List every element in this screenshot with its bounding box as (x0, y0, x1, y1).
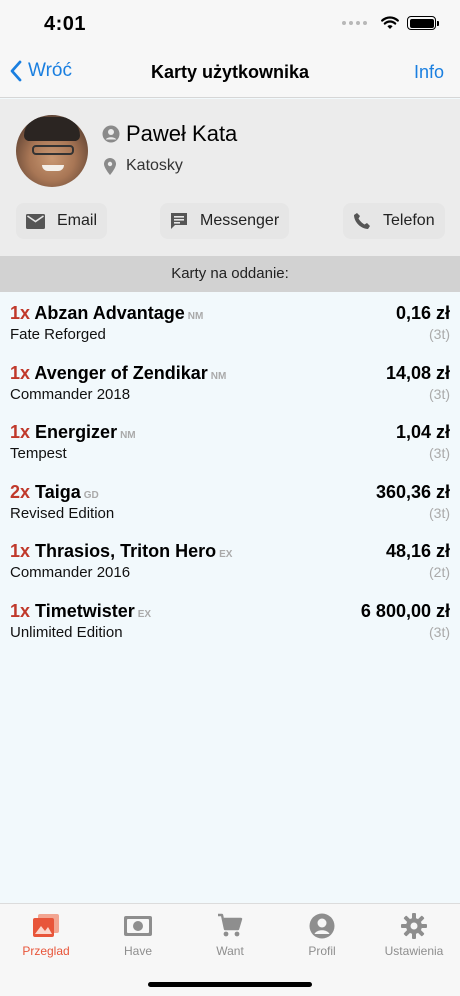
card-row[interactable]: 1x Energizer NM Tempest 1,04 zł (3t) (0, 411, 460, 471)
card-title: 1x Abzan Advantage NM (10, 303, 203, 324)
card-set: Revised Edition (10, 504, 115, 522)
card-quantity: 2x (10, 481, 31, 502)
card-set: Commander 2018 (10, 385, 131, 403)
email-button[interactable]: Email (16, 203, 108, 239)
name-row: Paweł Kata (102, 121, 237, 147)
profile-header: Paweł Kata Katosky Email Messenger Telef… (0, 99, 460, 256)
user-location: Katosky (126, 157, 183, 174)
card-row[interactable]: 1x Avenger of Zendikar NM Commander 2018 14… (0, 352, 460, 412)
mail-icon (26, 213, 45, 229)
tab-ustawienia-label: Ustawienia (384, 944, 444, 958)
tab-want-label: Want (216, 944, 244, 958)
message-icon (171, 213, 187, 229)
card-title: 1x Avenger of Zendikar NM (10, 363, 226, 384)
tab-profil[interactable]: Profil (276, 912, 368, 958)
email-label: Email (57, 212, 98, 229)
card-set: Unlimited Edition (10, 623, 123, 641)
contact-actions: Email Messenger Telefon (0, 203, 460, 239)
card-quantity: 1x (10, 600, 31, 621)
card-title: 1x Timetwister EX (10, 601, 151, 622)
cart-icon (218, 913, 243, 937)
status-time: 4:01 (44, 13, 87, 35)
card-price: 0,16 zł (395, 303, 450, 323)
tab-przeglad[interactable]: Przeglad (0, 912, 92, 958)
person-icon (309, 913, 335, 939)
tab-przeglad-label: Przeglad (22, 944, 70, 958)
tab-profil-label: Profil (308, 944, 336, 958)
card-condition: NM (120, 430, 136, 441)
card-price: 14,08 zł (385, 362, 450, 383)
avatar (16, 115, 88, 187)
tab-have[interactable]: Have (92, 912, 184, 958)
card-count: (3t) (429, 623, 450, 640)
card-count: (2t) (429, 564, 450, 580)
user-name: Paweł Kata (126, 121, 238, 146)
status-bar: 4:01 (0, 0, 460, 48)
card-list: 1x Abzan Advantage NM Fate Reforged 0,16 zł… (0, 292, 460, 649)
card-title: 2x Taiga GD (10, 482, 99, 503)
home-indicator (148, 982, 312, 987)
wifi-icon (381, 16, 399, 29)
card-condition: NM (210, 370, 227, 382)
card-count: (3t) (429, 445, 450, 461)
card-price: 48,16 zł (385, 541, 450, 561)
card-row[interactable]: 2x Taiga GD Revised Edition 360,36 zł (3t) (0, 471, 460, 531)
card-set: Commander 2016 (10, 564, 131, 581)
card-row[interactable]: 1x Timetwister EX Unlimited Edition 6 800,0… (0, 590, 460, 650)
gear-icon (401, 913, 427, 939)
tab-have-label: Have (123, 944, 152, 958)
card-condition: NM (187, 311, 204, 322)
phone-label: Telefon (383, 212, 435, 229)
card-name: Taiga (35, 481, 81, 502)
card-title: 1x Thrasios, Triton Hero EX (10, 541, 232, 562)
card-condition: GD (83, 489, 99, 501)
messenger-label: Messenger (200, 212, 280, 229)
info-button[interactable]: Info (414, 62, 444, 83)
card-quantity: 1x (10, 541, 31, 561)
navigation-bar: Wróć Karty użytkownika Info (0, 48, 460, 98)
card-name: Energizer (35, 422, 118, 442)
card-quantity: 1x (10, 362, 31, 383)
photos-icon (33, 914, 59, 937)
card-set: Tempest (10, 445, 67, 462)
page-title: Karty użytkownika (150, 62, 310, 82)
card-name: Thrasios, Triton Hero (35, 541, 217, 561)
card-count: (3t) (429, 385, 450, 402)
card-name: Abzan Advantage (34, 303, 185, 323)
card-price: 1,04 zł (395, 422, 450, 442)
card-condition: EX (219, 549, 233, 560)
phone-icon (354, 213, 370, 229)
section-header: Karty na oddanie: (0, 256, 460, 292)
card-set: Fate Reforged (10, 326, 106, 343)
signal-dots-icon (342, 21, 367, 25)
card-name: Timetwister (35, 600, 135, 621)
tab-ustawienia[interactable]: Ustawienia (368, 912, 460, 958)
card-name: Avenger of Zendikar (34, 362, 208, 383)
card-row[interactable]: 1x Abzan Advantage NM Fate Reforged 0,16 zł… (0, 292, 460, 352)
card-quantity: 1x (10, 422, 31, 442)
battery-icon (407, 16, 439, 30)
person-icon (102, 125, 120, 143)
card-row[interactable]: 1x Thrasios, Triton Hero EX Commander 2016… (0, 530, 460, 590)
tab-want[interactable]: Want (184, 912, 276, 958)
messenger-button[interactable]: Messenger (160, 203, 290, 239)
location-row: Katosky (104, 157, 183, 175)
card-price: 6 800,00 zł (360, 600, 450, 621)
phone-button[interactable]: Telefon (343, 203, 445, 239)
card-quantity: 1x (10, 303, 31, 323)
card-condition: EX (137, 608, 152, 620)
card-count: (3t) (429, 326, 450, 342)
tab-bar: Przeglad Have Want Profil Ustawienia (0, 903, 460, 996)
location-pin-icon (104, 157, 116, 175)
status-icons (342, 16, 439, 30)
card-title: 1x Energizer NM (10, 422, 136, 443)
money-icon (124, 916, 152, 936)
card-price: 360,36 zł (375, 481, 450, 502)
card-count: (3t) (429, 504, 450, 521)
